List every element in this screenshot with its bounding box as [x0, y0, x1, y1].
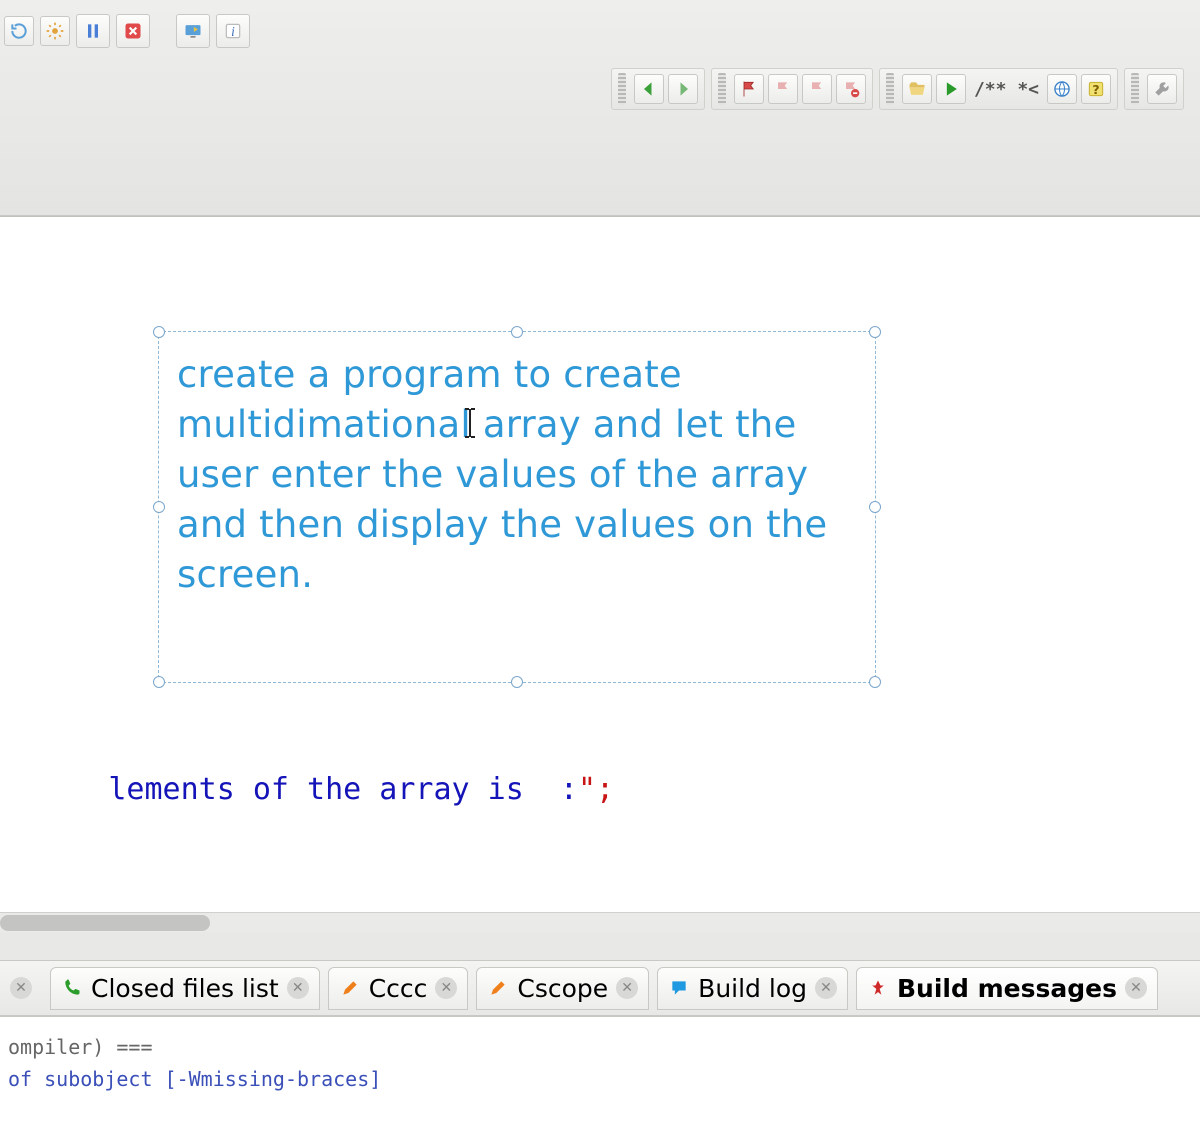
pause-button[interactable] [76, 14, 110, 48]
svg-text:?: ? [1092, 82, 1099, 97]
resize-handle[interactable] [153, 326, 165, 338]
tab-cccc[interactable]: Cccc ✕ [328, 967, 469, 1010]
editor-area: create a program to create multidimation… [0, 216, 1200, 932]
compiler-line: of subobject [-Wmissing-braces] [8, 1063, 1192, 1095]
grip-icon[interactable] [886, 73, 894, 105]
run-group: /** *< ? [879, 68, 1118, 110]
refresh-button[interactable] [4, 16, 34, 46]
resize-handle[interactable] [153, 501, 165, 513]
play-icon [941, 79, 961, 99]
flag-clear-icon [841, 79, 861, 99]
resize-handle[interactable] [511, 676, 523, 688]
bookmark-prev-button[interactable] [768, 74, 798, 104]
debug-flag-button[interactable] [176, 14, 210, 48]
close-icon [123, 21, 143, 41]
tab-label: Cscope [517, 974, 608, 1003]
flag-next-icon [807, 79, 827, 99]
pencil-icon [339, 977, 361, 999]
bookmark-toggle-button[interactable] [734, 74, 764, 104]
pin-icon [867, 977, 889, 999]
close-icon[interactable]: ✕ [287, 977, 309, 999]
resize-handle[interactable] [869, 676, 881, 688]
pencil-icon [487, 977, 509, 999]
arrow-left-icon [639, 79, 659, 99]
editor-canvas[interactable]: create a program to create multidimation… [0, 217, 1200, 932]
close-icon[interactable]: ✕ [815, 977, 837, 999]
back-button[interactable] [634, 74, 664, 104]
run-button[interactable] [936, 74, 966, 104]
flag-prev-icon [773, 79, 793, 99]
chat-icon [668, 977, 690, 999]
flag-icon [739, 79, 759, 99]
web-button[interactable] [1047, 74, 1077, 104]
tab-build-log[interactable]: Build log ✕ [657, 967, 848, 1010]
bookmark-next-button[interactable] [802, 74, 832, 104]
arrow-right-icon [673, 79, 693, 99]
close-icon[interactable]: ✕ [616, 977, 638, 999]
textbox-content[interactable]: create a program to create multidimation… [177, 350, 857, 664]
svg-text:i: i [231, 24, 235, 39]
tab-label: Cccc [369, 974, 428, 1003]
close-icon[interactable]: ✕ [435, 977, 457, 999]
resize-handle[interactable] [869, 326, 881, 338]
phone-icon [61, 977, 83, 999]
help-button[interactable]: ? [1081, 74, 1111, 104]
nav-group [611, 68, 705, 110]
code-line[interactable]: lements of the array is :"; [0, 737, 614, 842]
grip-icon[interactable] [1131, 73, 1139, 105]
tab-overflow-close[interactable]: ✕ [6, 971, 42, 1005]
help-icon: ? [1086, 79, 1106, 99]
gear-small-button[interactable] [40, 16, 70, 46]
textbox-selection[interactable]: create a program to create multidimation… [158, 331, 876, 683]
stop-button[interactable] [116, 14, 150, 48]
pause-icon [83, 21, 103, 41]
bookmark-group [711, 68, 873, 110]
tab-build-messages[interactable]: Build messages ✕ [856, 967, 1158, 1010]
monitor-flag-icon [183, 21, 203, 41]
tab-label: Closed files list [91, 974, 279, 1003]
tab-label: Build messages [897, 974, 1117, 1003]
tab-cscope[interactable]: Cscope ✕ [476, 967, 649, 1010]
folder-open-icon [907, 79, 927, 99]
resize-handle[interactable] [511, 326, 523, 338]
info-icon: i [223, 21, 243, 41]
resize-handle[interactable] [153, 676, 165, 688]
close-icon[interactable]: ✕ [1125, 977, 1147, 999]
grip-icon[interactable] [718, 73, 726, 105]
globe-icon [1052, 79, 1072, 99]
code-token-identifier: lements of the array is : [108, 772, 578, 807]
doc-comment-label: /** *< [970, 79, 1043, 100]
scrollbar-thumb[interactable] [0, 915, 210, 931]
grip-icon[interactable] [618, 73, 626, 105]
toolbar-row-2: /** *< ? [611, 64, 1190, 114]
tab-label: Build log [698, 974, 807, 1003]
gear-icon [45, 21, 65, 41]
bookmark-clear-button[interactable] [836, 74, 866, 104]
bottom-tabs: ✕ Closed files list ✕ Cccc ✕ Cscope ✕ Bu… [0, 960, 1200, 1016]
tab-closed-files-list[interactable]: Closed files list ✕ [50, 967, 320, 1010]
compiler-output[interactable]: ompiler) === of subobject [-Wmissing-bra… [0, 1016, 1200, 1148]
info-button[interactable]: i [216, 14, 250, 48]
wrench-button[interactable] [1147, 74, 1177, 104]
toolbar-area: i [0, 0, 1200, 216]
code-token-punct: "; [578, 772, 614, 807]
settings-group [1124, 68, 1184, 110]
wrench-icon [1152, 79, 1172, 99]
open-project-button[interactable] [902, 74, 932, 104]
compiler-line: ompiler) === [8, 1031, 1192, 1063]
close-icon[interactable]: ✕ [10, 977, 32, 999]
toolbar-row-1: i [0, 6, 250, 56]
resize-handle[interactable] [869, 501, 881, 513]
refresh-icon [9, 21, 29, 41]
horizontal-scrollbar[interactable] [0, 912, 1200, 932]
forward-button[interactable] [668, 74, 698, 104]
